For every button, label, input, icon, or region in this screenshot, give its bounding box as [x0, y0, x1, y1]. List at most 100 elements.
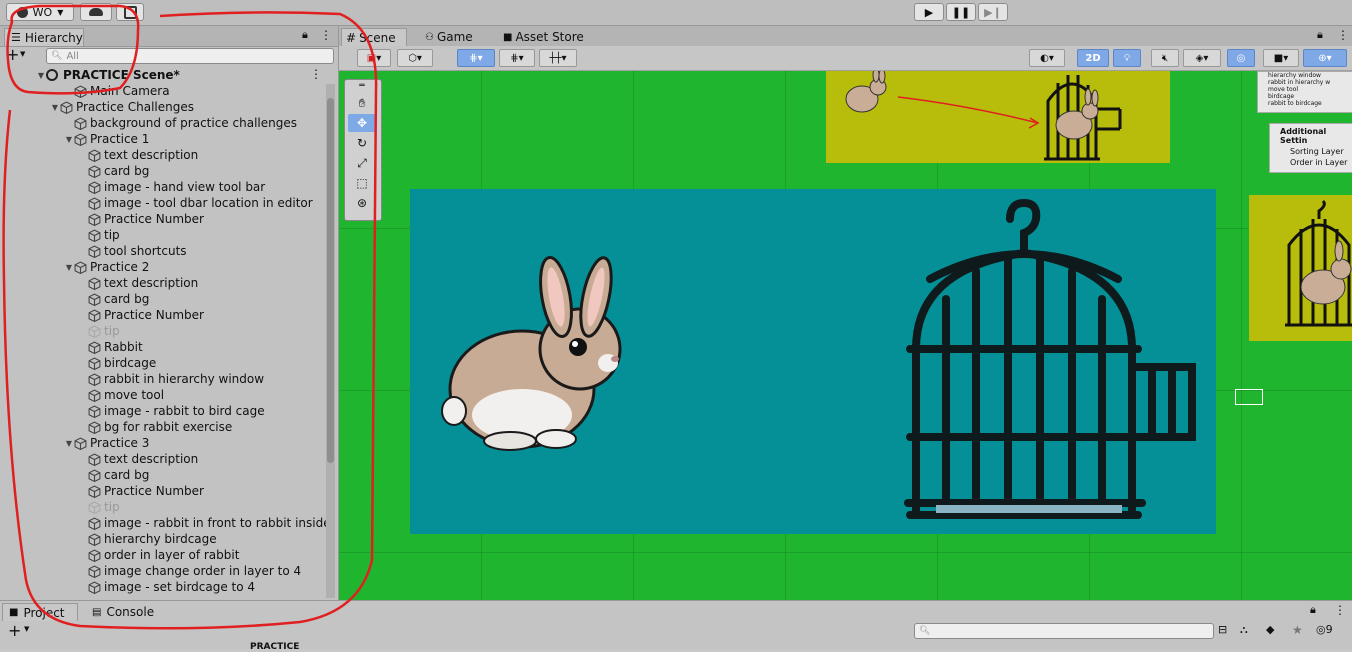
hierarchy-item[interactable]: ▼ Practice Challenges [50, 99, 338, 115]
rect-tool-icon[interactable]: ⬚ [348, 174, 376, 192]
hierarchy-item[interactable]: background of practice challenges [64, 115, 338, 131]
hierarchy-item[interactable]: image - hand view tool bar [78, 179, 338, 195]
star-icon[interactable]: ★ [1292, 623, 1303, 637]
search-by-type-icon[interactable]: ⊟ [1218, 623, 1227, 636]
label-icon[interactable]: ◆ [1266, 623, 1274, 636]
cloud-button[interactable] [80, 3, 112, 21]
tab-project[interactable]: ■ Project [2, 603, 78, 621]
expand-arrow-icon[interactable]: ▼ [50, 103, 60, 112]
tab-game[interactable]: ⚇ Game [421, 28, 485, 46]
scale-tool-icon[interactable]: ⤢ [348, 154, 376, 172]
more-options-icon[interactable]: ⋮ [1334, 603, 1346, 617]
snap-increment-dropdown[interactable]: ⋕ ▾ [499, 49, 535, 67]
draw-mode-dropdown[interactable]: ▣ ▾ [357, 49, 391, 67]
lighting-toggle[interactable]: 💡︎ [1113, 49, 1141, 67]
hand-tool-icon[interactable]: ✋︎ [348, 94, 376, 112]
expand-arrow-icon[interactable]: ▼ [64, 263, 74, 272]
visibility-toggle[interactable]: ◎ [1227, 49, 1255, 67]
grid-snap-toggle[interactable]: ⋕ ▾ [457, 49, 495, 67]
lock-icon[interactable]: 🔒︎ [302, 28, 308, 42]
account-icon [16, 6, 28, 18]
project-search-input[interactable]: 🔍︎ [914, 623, 1214, 639]
scene-root-row[interactable]: ▼ PRACTICE Scene* [36, 67, 338, 83]
chevron-down-icon[interactable]: ▼ [20, 50, 25, 58]
hierarchy-item[interactable]: Rabbit [78, 339, 338, 355]
add-asset-button[interactable]: + [8, 621, 21, 640]
audio-toggle[interactable]: 🔇︎ [1151, 49, 1179, 67]
gameobject-cube-icon [88, 500, 101, 514]
gameobject-cube-icon [88, 308, 101, 322]
hierarchy-item[interactable]: card bg [78, 163, 338, 179]
more-options-icon[interactable]: ⋮ [320, 28, 332, 42]
hierarchy-item[interactable]: move tool [78, 387, 338, 403]
lock-icon[interactable]: 🔒︎ [1317, 28, 1323, 42]
rotate-tool-icon[interactable]: ↻ [348, 134, 376, 152]
toggle-2d[interactable]: 2D [1077, 49, 1109, 67]
scene-viewport[interactable]: ═ ✋︎ ✥ ↻ ⤢ ⬚ ⊛ hierarchy window rabbit i… [339, 71, 1352, 600]
hierarchy-search-input[interactable]: 🔍︎ All [46, 48, 334, 64]
tab-hierarchy[interactable]: ☰ Hierarchy [4, 28, 84, 46]
hierarchy-item[interactable]: image - tool dbar location in editor [78, 195, 338, 211]
tab-asset-store[interactable]: ■ Asset Store [499, 28, 589, 46]
lock-icon[interactable]: 🔒︎ [1310, 603, 1316, 617]
hierarchy-item[interactable]: rabbit in hierarchy window [78, 371, 338, 387]
hierarchy-item[interactable]: hierarchy birdcage [78, 531, 338, 547]
hierarchy-item[interactable]: tip [78, 227, 338, 243]
hierarchy-item[interactable]: text description [78, 147, 338, 163]
hierarchy-item[interactable]: text description [78, 451, 338, 467]
hierarchy-item[interactable]: text description [78, 275, 338, 291]
hierarchy-preview-image: hierarchy window rabbit in hierarchy w mov… [1257, 71, 1352, 113]
chevron-down-icon[interactable]: ▼ [24, 625, 29, 633]
breadcrumb[interactable]: PRACTICE [250, 642, 299, 652]
hierarchy-item[interactable]: tip [78, 323, 338, 339]
more-options-icon[interactable]: ⋮ [1337, 28, 1349, 42]
hierarchy-item[interactable]: Main Camera [64, 83, 338, 99]
hierarchy-item[interactable]: card bg [78, 291, 338, 307]
hierarchy-item-label: Practice Number [104, 212, 204, 226]
hidden-packages-button[interactable]: ◎9 [1316, 623, 1333, 636]
account-button[interactable]: WO ▼ [6, 3, 74, 21]
palette-handle-icon[interactable]: ═ [348, 81, 376, 91]
hierarchy-item[interactable]: Practice Number [78, 483, 338, 499]
step-button[interactable]: ▶❙ [978, 3, 1008, 21]
effects-dropdown[interactable]: ◈ ▾ [1183, 49, 1221, 67]
pause-button[interactable]: ❚❚ [946, 3, 976, 21]
hierarchy-item[interactable]: tip [78, 499, 338, 515]
hierarchy-item[interactable]: bg for rabbit exercise [78, 419, 338, 435]
tab-scene[interactable]: # Scene [341, 28, 407, 46]
collab-button[interactable] [116, 3, 144, 21]
hierarchy-item[interactable]: order in layer of rabbit [78, 547, 338, 563]
ruler-dropdown[interactable]: ┼┼ ▾ [539, 49, 577, 67]
camera-dropdown[interactable]: ■ ▾ [1263, 49, 1299, 67]
scene-menu-icon[interactable]: ⋮ [310, 67, 322, 81]
hierarchy-item[interactable]: birdcage [78, 355, 338, 371]
hierarchy-item-label: tip [104, 324, 120, 338]
hierarchy-item-label: Practice 1 [90, 132, 150, 146]
gameobject-cube-icon [88, 532, 101, 546]
hierarchy-item[interactable]: image - set birdcage to 4 [78, 579, 338, 595]
hierarchy-scroll-thumb[interactable] [327, 98, 334, 463]
expand-arrow-icon[interactable]: ▼ [64, 439, 74, 448]
gizmos-dropdown[interactable]: ⊕ ▾ [1303, 49, 1347, 67]
tab-console[interactable]: ▤ Console [86, 603, 166, 621]
hierarchy-item[interactable]: card bg [78, 467, 338, 483]
play-button[interactable]: ▶ [914, 3, 944, 21]
hierarchy-item[interactable]: Practice Number [78, 307, 338, 323]
hierarchy-item[interactable]: ▼ Practice 3 [64, 435, 338, 451]
shading-dropdown[interactable]: ◐ ▾ [1029, 49, 1065, 67]
move-tool-icon[interactable]: ✥ [348, 114, 376, 132]
add-button[interactable]: + [6, 47, 19, 63]
hierarchy-item[interactable]: image - rabbit in front to rabbit inside [78, 515, 338, 531]
hierarchy-item[interactable]: image change order in layer to 4 [78, 563, 338, 579]
hierarchy-item[interactable]: Practice Number [78, 211, 338, 227]
gameobject-cube-icon [88, 324, 101, 338]
transform-tool-icon[interactable]: ⊛ [348, 194, 376, 212]
hierarchy-item[interactable]: tool shortcuts [78, 243, 338, 259]
hierarchy-item[interactable]: ▼ Practice 2 [64, 259, 338, 275]
scene-camera-dropdown[interactable]: ⬡ ▾ [397, 49, 433, 67]
hierarchy-item[interactable]: image - rabbit to bird cage [78, 403, 338, 419]
hierarchy-item[interactable]: ▼ Practice 1 [64, 131, 338, 147]
filter-icon[interactable]: ⛬ [1240, 623, 1248, 637]
expand-arrow-icon[interactable]: ▼ [36, 71, 46, 80]
expand-arrow-icon[interactable]: ▼ [64, 135, 74, 144]
